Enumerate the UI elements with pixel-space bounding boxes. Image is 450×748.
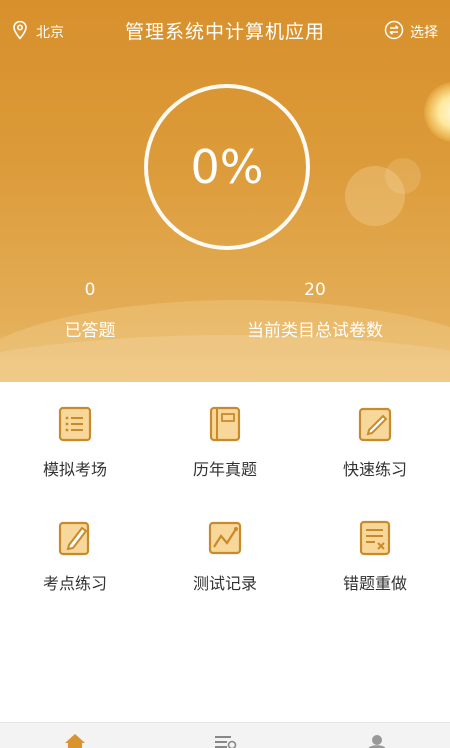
menu-item-quick-practice[interactable]: 快速练习 — [300, 382, 450, 492]
menu-item-past-papers[interactable]: 历年真题 — [150, 382, 300, 492]
decorative-wave — [0, 335, 450, 382]
progress-ring: 0% — [144, 84, 310, 250]
edit-icon — [358, 407, 392, 442]
list-doc-icon — [58, 406, 92, 442]
answered-stat: 0 已答题 — [50, 280, 130, 341]
menu-item-mock-exam[interactable]: 模拟考场 — [0, 382, 150, 492]
sun-flare-decoration — [424, 82, 450, 142]
menu-item-label: 错题重做 — [342, 574, 407, 593]
total-papers-stat: 20 当前类目总试卷数 — [230, 280, 400, 341]
menu-item-label: 历年真题 — [192, 460, 257, 479]
bottom-tab-bar — [0, 722, 450, 748]
doc-x-icon — [359, 520, 391, 556]
menu-item-topic-practice[interactable]: 考点练习 — [0, 496, 150, 606]
answered-label: 已答题 — [64, 321, 116, 341]
page-title: 管理系统中计算机应用 — [124, 21, 325, 43]
select-button[interactable]: 选择 — [384, 20, 438, 44]
menu-item-label: 模拟考场 — [42, 460, 107, 479]
menu-item-redo-mistakes[interactable]: 错题重做 — [300, 496, 450, 606]
menu-item-label: 快速练习 — [342, 460, 407, 479]
tab-records[interactable] — [210, 731, 240, 748]
tab-home[interactable] — [60, 731, 90, 748]
chart-icon — [208, 521, 242, 555]
progress-percent: 0% — [190, 140, 264, 194]
menu-item-label: 考点练习 — [42, 574, 107, 593]
total-papers-label: 当前类目总试卷数 — [247, 321, 383, 341]
top-bar: 北京 管理系统中计算机应用 选择 — [0, 0, 450, 64]
home-icon — [65, 734, 85, 748]
list-icon — [215, 736, 237, 748]
menu-item-test-records[interactable]: 测试记录 — [150, 496, 300, 606]
app-screen: 北京 管理系统中计算机应用 选择 0% 0 已答题 20 当前类目总试卷数 模拟… — [0, 0, 450, 748]
answered-count: 0 — [84, 280, 96, 300]
switch-icon — [384, 20, 404, 44]
menu-item-label: 测试记录 — [192, 574, 257, 593]
user-icon — [368, 735, 386, 748]
note-pen-icon — [58, 521, 90, 556]
total-papers-count: 20 — [304, 280, 326, 300]
select-label: 选择 — [410, 25, 438, 41]
book-icon — [209, 406, 241, 442]
tab-profile[interactable] — [362, 731, 392, 748]
progress-header: 北京 管理系统中计算机应用 选择 0% 0 已答题 20 当前类目总试卷数 — [0, 0, 450, 382]
lens-flare-decoration — [385, 158, 421, 194]
